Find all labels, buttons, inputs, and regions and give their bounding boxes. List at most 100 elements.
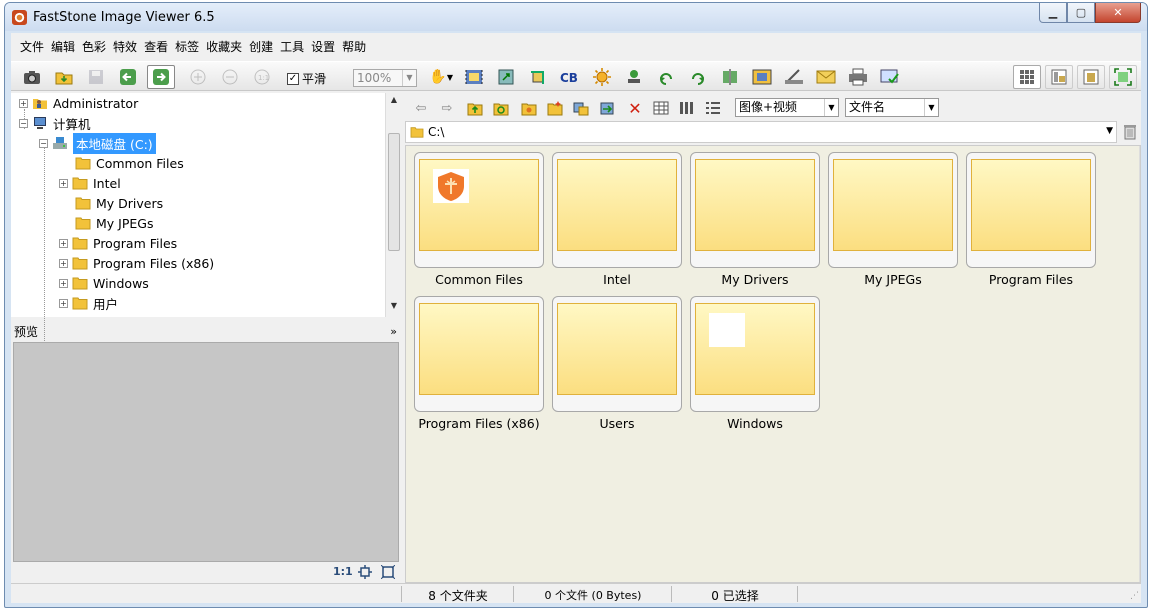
refresh-folder-icon[interactable] — [491, 98, 511, 118]
expand-icon[interactable]: + — [59, 298, 68, 308]
menu-favorites[interactable]: 收藏夹 — [203, 36, 245, 57]
menu-edit[interactable]: 编辑 — [48, 36, 78, 57]
folder-tile-intel[interactable] — [552, 152, 682, 268]
tree-item-program-files[interactable]: + Program Files — [59, 233, 177, 253]
folder-tile-program-files[interactable] — [966, 152, 1096, 268]
minimize-button[interactable]: ▁ — [1039, 3, 1067, 23]
expand-icon[interactable]: + — [19, 98, 28, 108]
folder-tile-my-jpegs[interactable] — [828, 152, 958, 268]
up-folder-icon[interactable] — [465, 98, 485, 118]
scrollbar-thumb[interactable] — [388, 133, 400, 251]
save-icon[interactable] — [85, 66, 107, 88]
collapse-preview-icon[interactable]: » — [390, 323, 397, 341]
scroll-up-icon[interactable]: ▲ — [386, 95, 402, 104]
resize-icon[interactable] — [495, 66, 517, 88]
rotate-left-icon[interactable] — [655, 66, 677, 88]
expand-icon[interactable]: + — [59, 178, 68, 188]
tree-item-label: Program Files — [93, 235, 178, 251]
fit-icon[interactable] — [358, 565, 372, 582]
thumb-view-icon[interactable] — [651, 98, 671, 118]
menu-create[interactable]: 创建 — [246, 36, 276, 57]
scanner-icon[interactable] — [783, 66, 805, 88]
previous-icon[interactable] — [117, 66, 139, 88]
maximize-button[interactable]: ▢ — [1067, 3, 1095, 23]
list-view-icon[interactable] — [677, 98, 697, 118]
tree-item-administrator[interactable]: + Administrator — [19, 93, 138, 113]
actual-size-button[interactable]: 1:1 — [333, 565, 353, 578]
menu-help[interactable]: 帮助 — [339, 36, 369, 57]
resize-grip-icon[interactable]: ⋰ — [1130, 591, 1139, 601]
brightness-icon[interactable] — [591, 66, 613, 88]
folder-tile-my-drivers[interactable] — [690, 152, 820, 268]
scroll-down-icon[interactable]: ▼ — [386, 301, 402, 310]
recycle-bin-icon[interactable] — [1121, 123, 1139, 141]
delete-icon[interactable]: ✕ — [625, 98, 645, 118]
fullscreen-icon[interactable] — [1109, 65, 1137, 89]
new-folder-icon[interactable] — [545, 98, 565, 118]
back-icon[interactable]: ⇦ — [411, 98, 431, 118]
frame-icon[interactable] — [751, 66, 773, 88]
rotate-right-icon[interactable] — [687, 66, 709, 88]
email-icon[interactable] — [815, 66, 837, 88]
open-folder-icon[interactable] — [53, 66, 75, 88]
menu-tags[interactable]: 标签 — [172, 36, 202, 57]
expand-icon[interactable]: + — [59, 238, 68, 248]
collapse-icon[interactable]: − — [39, 138, 48, 148]
collapse-icon[interactable]: − — [19, 118, 28, 128]
title-bar[interactable]: FastStone Image Viewer 6.5 ▁ ▢ ✕ — [5, 3, 1147, 31]
tree-scrollbar[interactable]: ▲ ▼ — [385, 93, 401, 317]
tree-item-drive-c[interactable]: − 本地磁盘 (C:) — [39, 132, 156, 154]
folder-tile-program-files-x86[interactable] — [414, 296, 544, 412]
crop-icon[interactable] — [527, 66, 549, 88]
folder-tile-windows[interactable] — [690, 296, 820, 412]
tree-item-common-files[interactable]: Common Files — [75, 153, 184, 173]
view-image-icon[interactable] — [1077, 65, 1105, 89]
forward-icon[interactable]: ⇨ — [437, 98, 457, 118]
thumbnail-scrollbar[interactable] — [1139, 146, 1140, 582]
stamp-icon[interactable] — [623, 66, 645, 88]
menu-settings[interactable]: 设置 — [308, 36, 338, 57]
tree-item-my-jpegs[interactable]: My JPEGs — [75, 213, 153, 233]
close-button[interactable]: ✕ — [1095, 3, 1141, 23]
zoom-in-icon[interactable] — [187, 66, 209, 88]
tree-item-windows[interactable]: + Windows — [59, 273, 149, 293]
actual-size-icon[interactable]: 1:1 — [251, 66, 273, 88]
chevron-down-icon[interactable]: ▼ — [1106, 126, 1113, 136]
zoom-out-icon[interactable] — [219, 66, 241, 88]
details-view-icon[interactable] — [703, 98, 723, 118]
zoom-level-select[interactable]: 100% ▼ — [353, 69, 417, 87]
slideshow-icon[interactable] — [463, 66, 485, 88]
hand-tool-dropdown-icon[interactable]: ▼ — [439, 66, 461, 88]
view-explorer-icon[interactable] — [1045, 65, 1073, 89]
menu-colors[interactable]: 色彩 — [79, 36, 109, 57]
favorites-folder-icon[interactable] — [519, 98, 539, 118]
menu-file[interactable]: 文件 — [17, 36, 47, 57]
color-balance-icon[interactable]: CB — [559, 66, 581, 88]
tree-item-computer[interactable]: − 计算机 — [19, 113, 91, 133]
tree-item-users[interactable]: + 用户 — [59, 293, 118, 313]
move-to-icon[interactable] — [597, 98, 617, 118]
tree-item-intel[interactable]: + Intel — [59, 173, 121, 193]
folder-tile-common-files[interactable] — [414, 152, 544, 268]
expand-icon[interactable]: + — [59, 258, 68, 268]
menu-view[interactable]: 查看 — [141, 36, 171, 57]
flip-icon[interactable] — [719, 66, 741, 88]
next-icon[interactable] — [147, 65, 175, 89]
expand-icon[interactable]: + — [59, 278, 68, 288]
view-thumbnails-icon[interactable] — [1013, 65, 1041, 89]
camera-icon[interactable] — [21, 66, 43, 88]
batch-check-icon[interactable] — [879, 66, 901, 88]
copy-to-icon[interactable] — [571, 98, 591, 118]
sort-by-select[interactable]: 文件名 ▼ — [845, 98, 939, 117]
folder-thumbnail — [419, 303, 539, 395]
folder-tile-users[interactable] — [552, 296, 682, 412]
menu-effects[interactable]: 特效 — [110, 36, 140, 57]
fullscreen-preview-icon[interactable] — [380, 564, 396, 582]
file-type-filter-select[interactable]: 图像+视频 ▼ — [735, 98, 839, 117]
tree-item-program-files-x86[interactable]: + Program Files (x86) — [59, 253, 214, 273]
smooth-checkbox[interactable]: ✓ 平滑 — [287, 70, 326, 87]
path-input[interactable]: C:\ ▼ — [405, 121, 1117, 143]
tree-item-my-drivers[interactable]: My Drivers — [75, 193, 163, 213]
menu-tools[interactable]: 工具 — [277, 36, 307, 57]
print-icon[interactable] — [847, 66, 869, 88]
